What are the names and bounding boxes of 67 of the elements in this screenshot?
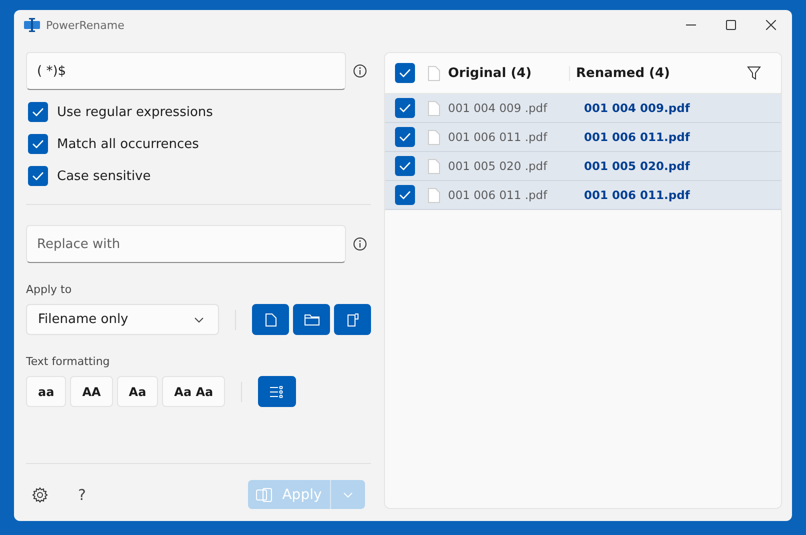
file-row[interactable]: 001 004 009 .pdf 001 004 009.pdf <box>385 94 781 123</box>
file-icon <box>428 158 440 174</box>
file-icon <box>428 130 440 144</box>
file-row[interactable]: 001 006 011 .pdf 001 006 011.pdf <box>385 123 781 152</box>
window-title: PowerRename <box>46 18 124 32</box>
file-icon <box>428 66 440 80</box>
check-icon <box>32 107 44 117</box>
extension-toggle[interactable] <box>334 304 371 335</box>
renamed-name: 001 006 011.pdf <box>584 188 690 202</box>
original-name: 001 004 009 .pdf <box>448 101 548 115</box>
section-label: Apply to <box>26 283 73 296</box>
checkbox[interactable] <box>395 185 415 205</box>
file-row[interactable]: 001 005 020 .pdf 001 005 020.pdf <box>385 152 781 181</box>
help-link[interactable]: ? <box>78 486 86 504</box>
select-all-checkbox[interactable] <box>395 63 415 83</box>
check-icon <box>399 161 411 171</box>
file-icon <box>428 100 440 116</box>
folder-icon <box>304 314 320 326</box>
check-icon <box>399 103 411 113</box>
renamed-name: 001 006 011.pdf <box>584 130 690 144</box>
filter-icon[interactable] <box>747 66 761 80</box>
original-name: 001 006 011 .pdf <box>448 130 548 144</box>
check-icon <box>32 139 44 149</box>
section-label: Text formatting <box>26 355 111 368</box>
info-icon[interactable] <box>353 64 367 78</box>
checkbox[interactable] <box>28 134 48 154</box>
file-icon <box>428 188 440 202</box>
checkbox[interactable] <box>395 127 415 147</box>
case-button[interactable]: aa <box>26 376 66 407</box>
enumerate-toggle[interactable] <box>258 376 296 407</box>
checkbox-label: Use regular expressions <box>57 104 213 120</box>
file-row[interactable]: 001 006 011 .pdf 001 006 011.pdf <box>385 181 781 210</box>
case-button[interactable]: AA <box>70 376 113 407</box>
chevron-down-icon <box>343 492 353 498</box>
search-field[interactable]: ( *)$ <box>26 52 346 90</box>
original-name: 001 005 020 .pdf <box>448 159 548 173</box>
maximize-icon[interactable] <box>726 20 736 30</box>
rename-icon <box>256 488 272 502</box>
checkbox[interactable] <box>395 98 415 118</box>
checkbox-label: Case sensitive <box>57 168 151 184</box>
column-header[interactable]: Original (4) <box>448 66 570 80</box>
case-button[interactable]: Aa <box>116 376 158 407</box>
rename-icon <box>24 18 40 32</box>
file-toggle[interactable] <box>252 304 290 335</box>
original-name: 001 006 011 .pdf <box>448 188 548 202</box>
chevron-down-icon <box>194 316 204 322</box>
column-header[interactable]: Renamed (4) <box>576 66 747 80</box>
info-icon[interactable] <box>353 237 367 251</box>
checkbox[interactable] <box>28 166 48 186</box>
checkbox[interactable] <box>395 156 415 176</box>
checkbox-label: Match all occurrences <box>57 136 199 152</box>
document-tab-icon <box>346 312 360 326</box>
check-icon <box>399 190 411 200</box>
check-icon <box>399 132 411 142</box>
check-icon <box>32 171 44 181</box>
replace-field[interactable]: Replace with <box>26 225 346 263</box>
settings-icon[interactable] <box>32 486 48 502</box>
renamed-name: 001 005 020.pdf <box>584 159 690 173</box>
list-icon <box>270 386 284 398</box>
renamed-name: 001 004 009.pdf <box>584 101 690 115</box>
close-icon[interactable] <box>766 20 776 30</box>
file-icon <box>264 312 277 326</box>
folder-toggle[interactable] <box>293 304 330 335</box>
checkbox[interactable] <box>28 102 48 122</box>
apply-to-dropdown[interactable]: Filename only <box>26 304 220 335</box>
case-button[interactable]: Aa Aa <box>162 376 226 407</box>
check-icon <box>399 68 411 78</box>
